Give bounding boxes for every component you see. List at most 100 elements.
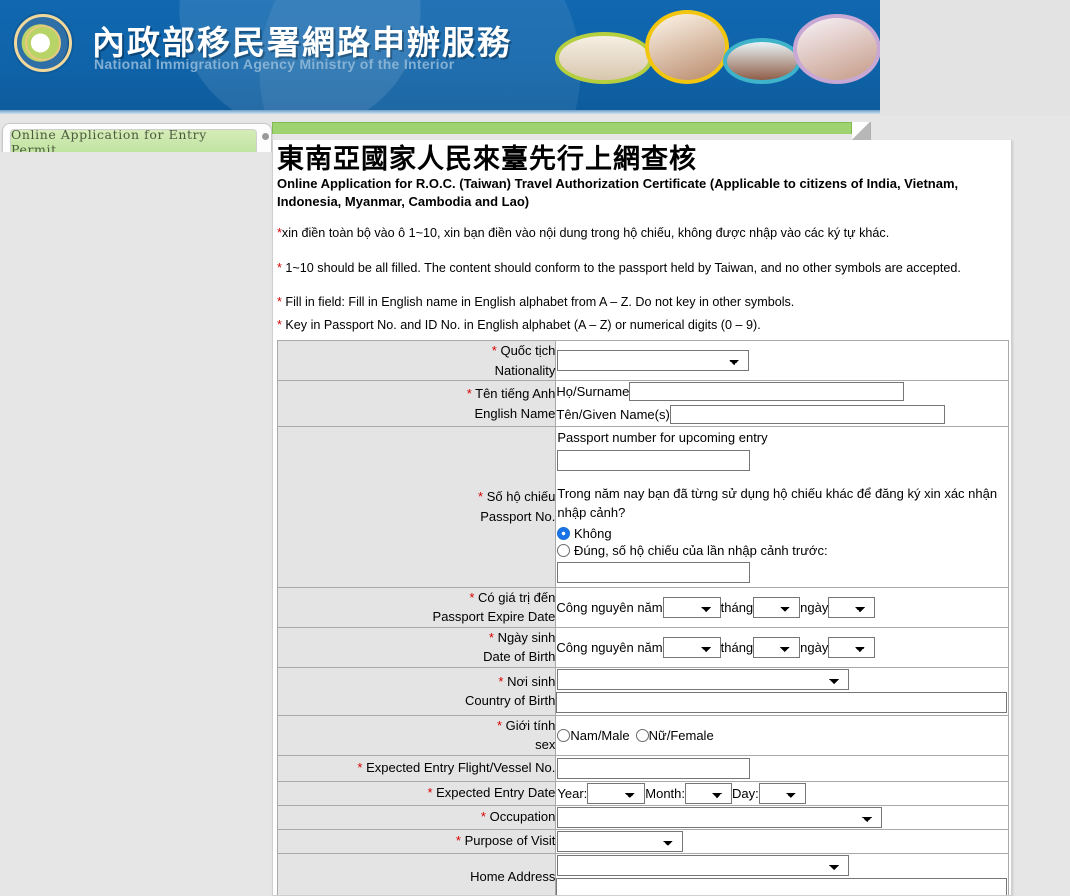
family-photo-4	[793, 14, 880, 84]
required-asterisk: *	[277, 318, 282, 333]
expire-year-prefix: Công nguyên năm	[556, 599, 663, 615]
sex-female-label: Nữ/Female	[648, 727, 714, 743]
instruction-note-1: *xin điền toàn bộ vào ô 1~10, xin bạn đi…	[277, 225, 890, 240]
label-passport-expire: * Có giá trị đến Passport Expire Date	[276, 586, 557, 628]
header-right-filler	[880, 0, 1070, 116]
cell-sex: Nam/Male Nữ/Female	[555, 714, 1009, 756]
passport-expire-year-select[interactable]	[662, 596, 721, 618]
occupation-select[interactable]	[557, 806, 883, 828]
table-row-sex: * Giới tính sex Nam/Male Nữ/Female	[276, 714, 1009, 756]
dob-year-select[interactable]	[662, 636, 721, 658]
given-name-label: Tên/Given Name(s)	[556, 407, 670, 422]
label-country-of-birth-en: Country of Birth	[465, 693, 556, 709]
instruction-note-2: * 1~10 should be all filled. The content…	[277, 260, 961, 275]
left-empty-pane	[0, 152, 276, 896]
tab-connector-dot-icon	[262, 133, 269, 140]
given-name-input[interactable]	[669, 405, 945, 424]
required-asterisk: *	[480, 809, 486, 825]
dob-month-select[interactable]	[753, 636, 801, 658]
label-nationality-en: Nationality	[494, 362, 556, 378]
dob-day-label: ngày	[800, 639, 829, 655]
application-form-panel: 東南亞國家人民來臺先行上網查核 Online Application for R…	[272, 140, 1012, 896]
page-title-en: Online Application for R.O.C. (Taiwan) T…	[277, 176, 959, 209]
cell-passport-expire: Công nguyên năm tháng ngày	[555, 586, 1009, 628]
previous-passport-yes-label: Đúng, số hộ chiếu của lần nhập cảnh trướ…	[574, 542, 828, 558]
home-address-input[interactable]	[556, 877, 1008, 895]
surname-input[interactable]	[629, 382, 905, 401]
entry-month-label: Month:	[645, 785, 686, 801]
dob-day-select[interactable]	[828, 636, 876, 658]
entry-day-select[interactable]	[758, 782, 806, 804]
required-asterisk: *	[466, 386, 472, 401]
label-passport-no: * Số hộ chiếu Passport No.	[276, 426, 557, 588]
dob-year-prefix: Công nguyên năm	[556, 639, 663, 655]
country-of-birth-input[interactable]	[556, 691, 1008, 713]
label-english-name: * Tên tiếng Anh English Name	[276, 380, 557, 427]
family-photo-1	[555, 32, 653, 84]
label-date-of-birth-vi: Ngày sinh	[497, 629, 556, 645]
cell-passport-no: Passport number for upcoming entry Trong…	[555, 426, 1009, 588]
sex-radio-female[interactable]	[635, 728, 649, 742]
home-address-select[interactable]	[557, 854, 850, 876]
label-date-of-birth: * Ngày sinh Date of Birth	[276, 626, 557, 668]
label-home-address: Home Address	[276, 852, 557, 895]
instruction-note-4: * Key in Passport No. and ID No. in Engl…	[277, 318, 761, 333]
label-date-of-birth-en: Date of Birth	[483, 649, 556, 665]
label-english-name-vi: Tên tiếng Anh	[475, 386, 556, 401]
required-asterisk: *	[488, 629, 494, 645]
cell-country-of-birth	[555, 666, 1009, 716]
label-passport-no-vi: Số hộ chiếu	[486, 489, 556, 505]
cell-occupation	[555, 804, 1009, 830]
purpose-select[interactable]	[557, 830, 684, 852]
required-asterisk: *	[277, 260, 282, 275]
required-asterisk: *	[455, 833, 461, 849]
flight-no-input[interactable]	[557, 757, 751, 779]
label-nationality: * Quốc tịch Nationality	[276, 340, 557, 381]
previous-passport-radio-yes[interactable]	[557, 543, 571, 557]
passport-expire-month-select[interactable]	[753, 596, 801, 618]
previous-passport-input[interactable]	[557, 561, 751, 583]
required-asterisk: *	[478, 489, 484, 505]
cell-entry-date: Year: Month: Day:	[555, 780, 1009, 806]
required-asterisk: *	[469, 589, 475, 605]
country-of-birth-select[interactable]	[557, 668, 850, 690]
agency-title-en: National Immigration Agency Ministry of …	[94, 56, 455, 72]
label-flight-no: * Expected Entry Flight/Vessel No.	[276, 754, 557, 782]
label-occupation: * Occupation	[276, 804, 557, 830]
label-nationality-vi: Quốc tịch	[500, 343, 556, 358]
label-country-of-birth-vi: Nơi sinh	[507, 673, 556, 689]
passport-expire-day-select[interactable]	[828, 596, 876, 618]
upcoming-passport-input[interactable]	[557, 450, 751, 471]
cell-purpose	[555, 828, 1009, 854]
panel-folded-corner-icon	[852, 122, 871, 142]
label-passport-no-en: Passport No.	[480, 508, 556, 524]
previous-passport-radio-no[interactable]	[557, 526, 571, 540]
cell-date-of-birth: Công nguyên năm tháng ngày	[555, 626, 1009, 668]
table-row-occupation: * Occupation	[276, 804, 1009, 830]
entry-year-label: Year:	[557, 785, 588, 801]
label-passport-expire-vi: Có giá trị đến	[478, 589, 556, 605]
label-passport-expire-en: Passport Expire Date	[432, 609, 556, 625]
dob-month-label: tháng	[720, 639, 754, 655]
label-sex-en: sex	[535, 737, 556, 753]
label-entry-date: * Expected Entry Date	[276, 780, 557, 806]
sex-radio-male[interactable]	[557, 728, 571, 742]
entry-day-label: Day:	[732, 785, 759, 801]
nationality-select[interactable]	[557, 350, 750, 371]
application-form-table: * Quốc tịch Nationality * Tên tiếng Anh	[276, 340, 1009, 895]
table-row-english-name: * Tên tiếng Anh English Name Họ/Surname …	[276, 380, 1009, 427]
label-purpose-en: Purpose of Visit	[464, 833, 556, 849]
entry-month-select[interactable]	[685, 782, 733, 804]
table-row-flight-no: * Expected Entry Flight/Vessel No.	[276, 754, 1009, 782]
surname-label: Họ/Surname	[556, 384, 630, 399]
cell-home-address	[555, 852, 1009, 895]
required-asterisk: *	[357, 760, 363, 776]
table-row-home-address: Home Address	[276, 852, 1009, 895]
table-row-date-of-birth: * Ngày sinh Date of Birth Công nguyên nă…	[276, 626, 1009, 668]
label-home-address-en: Home Address	[470, 869, 556, 885]
site-header: 內政部移民署網路申辦服務 National Immigration Agency…	[0, 0, 880, 114]
entry-year-select[interactable]	[587, 782, 646, 804]
instruction-note-3: * Fill in field: Fill in English name in…	[277, 295, 795, 310]
label-english-name-en: English Name	[474, 405, 556, 421]
label-occupation-en: Occupation	[489, 809, 556, 825]
